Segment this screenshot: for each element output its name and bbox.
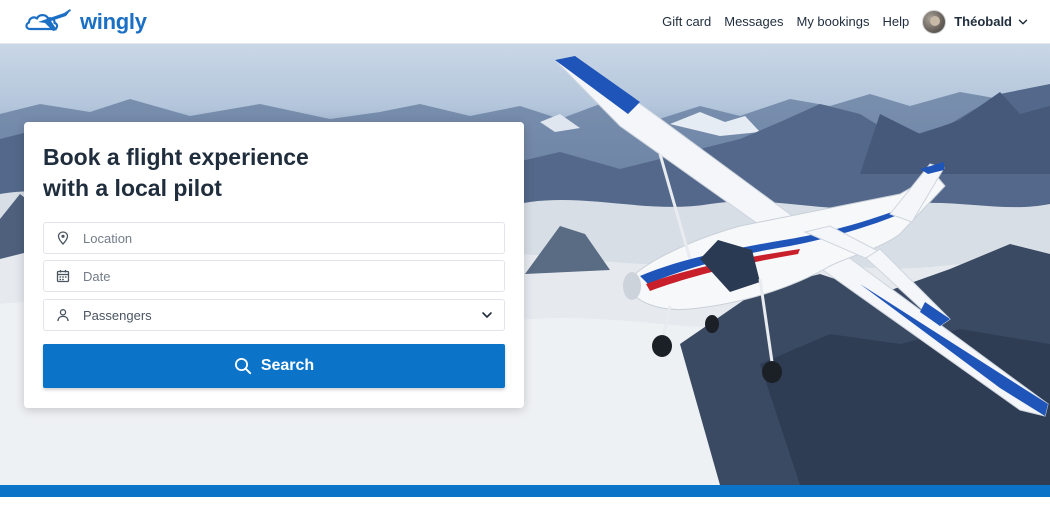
chevron-down-icon — [1018, 19, 1028, 24]
location-input[interactable] — [83, 230, 463, 246]
date-field[interactable] — [43, 260, 505, 292]
location-field[interactable] — [43, 222, 505, 254]
accent-bar — [0, 485, 1050, 497]
top-navbar: wingly Gift card Messages My bookings He… — [0, 0, 1050, 44]
nav-messages[interactable]: Messages — [724, 14, 783, 29]
title-line-2: with a local pilot — [43, 175, 222, 201]
primary-nav: Gift card Messages My bookings Help Théo… — [662, 9, 1028, 34]
wingly-logo[interactable]: wingly — [24, 8, 147, 36]
cloud-plane-logo-icon — [25, 8, 71, 31]
search-card-title: Book a flight experience with a local pi… — [43, 142, 343, 204]
title-line-1: Book a flight experience — [43, 144, 309, 170]
passengers-select[interactable]: Passengers — [43, 299, 505, 331]
flight-search-card: Book a flight experience with a local pi… — [24, 122, 524, 408]
person-icon — [57, 309, 69, 322]
nav-help[interactable]: Help — [882, 14, 909, 29]
passengers-selected-value: Passengers — [83, 307, 152, 323]
user-avatar — [922, 9, 947, 34]
chevron-down-icon — [482, 312, 492, 318]
user-name: Théobald — [954, 14, 1012, 29]
nav-gift-card[interactable]: Gift card — [662, 14, 711, 29]
page-bottom — [0, 497, 1050, 506]
map-pin-icon — [57, 231, 69, 245]
search-button[interactable]: Search — [43, 344, 505, 388]
nav-my-bookings[interactable]: My bookings — [796, 14, 869, 29]
brand-name: wingly — [80, 8, 147, 34]
search-icon — [234, 358, 251, 375]
calendar-icon — [56, 270, 70, 283]
user-menu[interactable]: Théobald — [922, 9, 1028, 34]
search-button-label: Search — [260, 357, 315, 374]
date-input[interactable] — [83, 268, 463, 284]
